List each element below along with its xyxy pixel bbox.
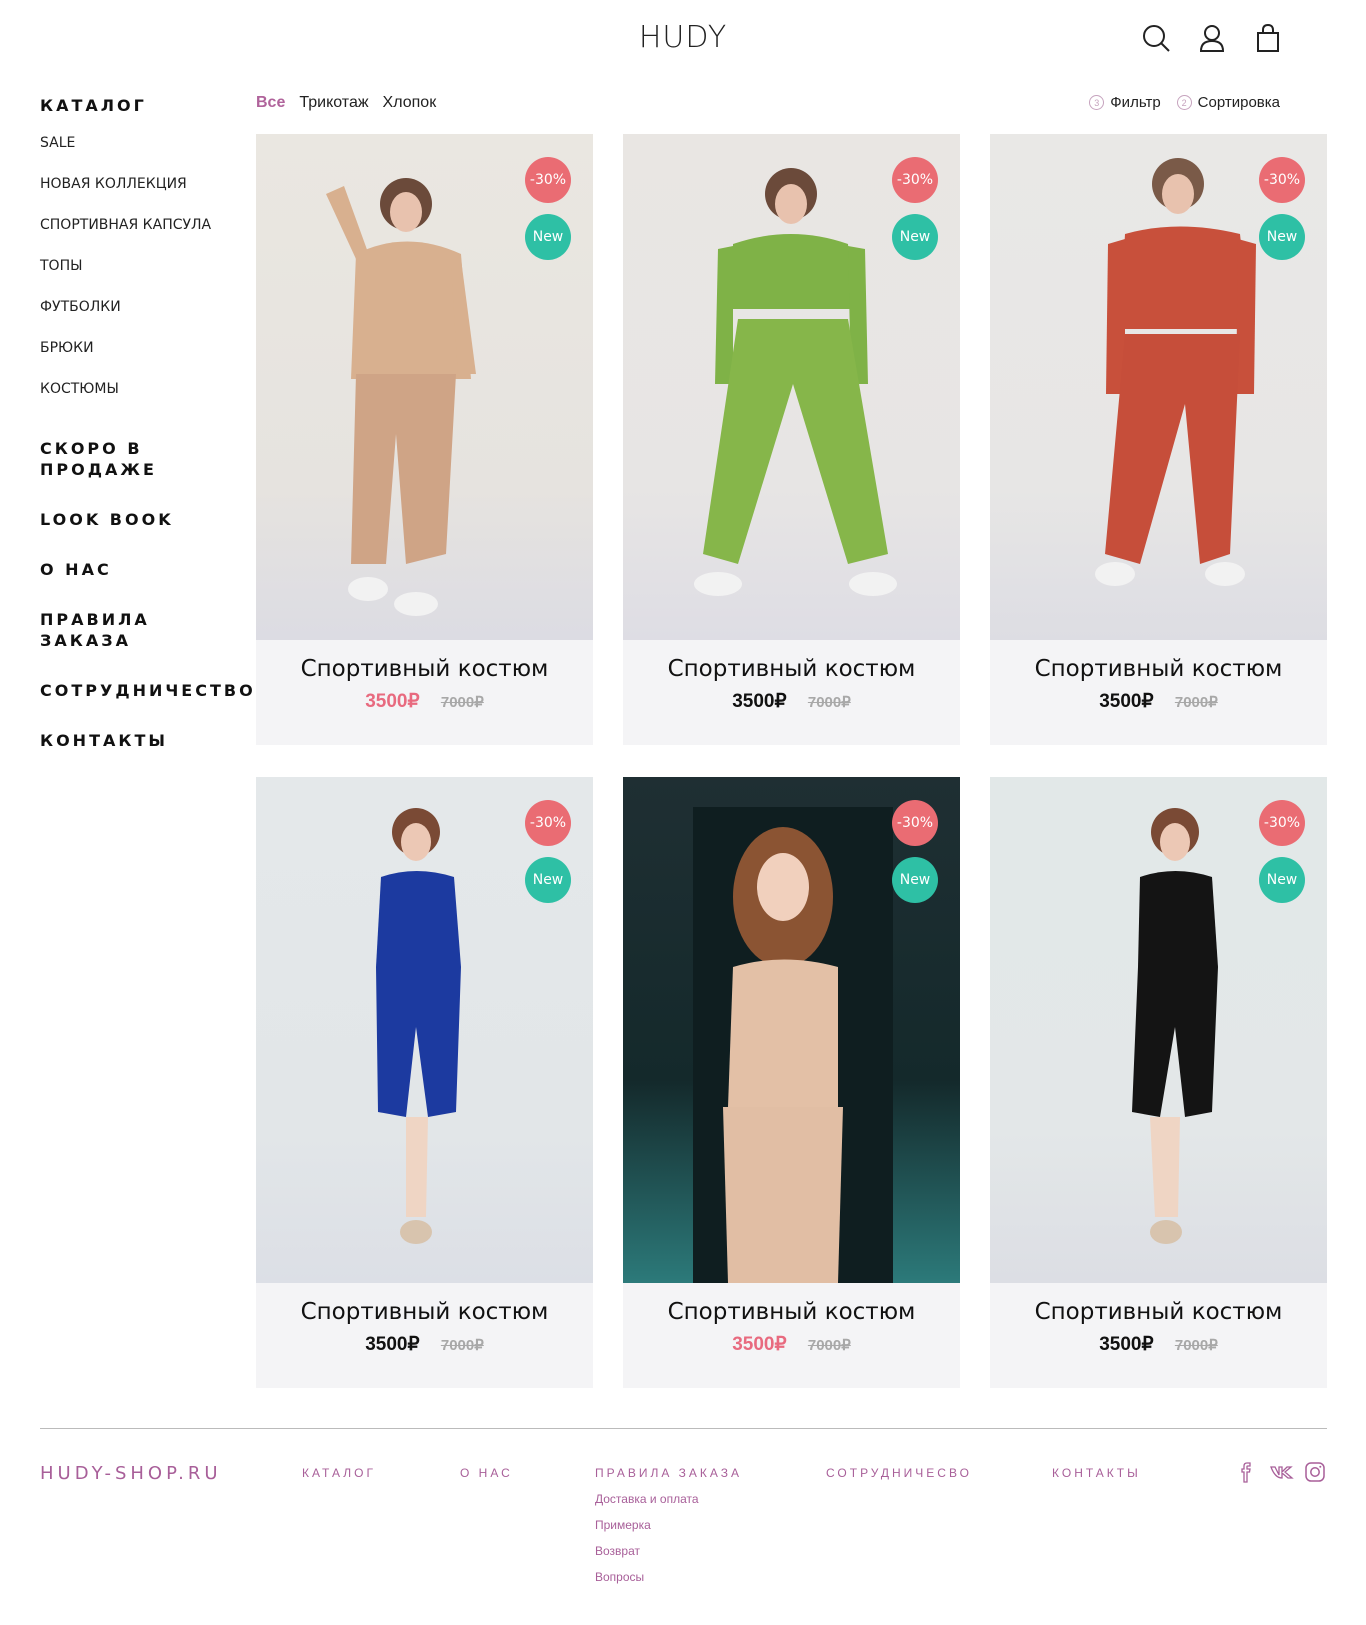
site-header: HUDY: [0, 0, 1366, 80]
product-prices: 3500₽ 7000₽: [256, 1333, 593, 1356]
product-old-price: 7000₽: [807, 1337, 851, 1354]
product-old-price: 7000₽: [807, 694, 851, 711]
vk-icon[interactable]: [1269, 1460, 1294, 1484]
filter-label: Фильтр: [1110, 94, 1161, 111]
product-photo[interactable]: -30% New: [623, 777, 960, 1283]
sidebar-item-sale[interactable]: SALE: [40, 135, 240, 176]
user-icon[interactable]: [1196, 22, 1228, 54]
product-title[interactable]: Спортивный костюм: [623, 1299, 960, 1325]
product-price: 3500₽: [365, 1334, 420, 1355]
product-price: 3500₽: [732, 691, 787, 712]
sidebar-nav: КАТАЛОГ SALE НОВАЯ КОЛЛЕКЦИЯ СПОРТИВНАЯ …: [40, 96, 253, 780]
sidebar-catalog-list: SALE НОВАЯ КОЛЛЕКЦИЯ СПОРТИВНАЯ КАПСУЛА …: [40, 135, 240, 422]
footer-link-contacts[interactable]: КОНТАКТЫ: [1052, 1466, 1141, 1480]
product-card[interactable]: -30% New Спортивный костюм 3500₽ 7000₽: [256, 134, 593, 745]
product-price: 3500₽: [732, 1334, 787, 1355]
footer-link-return[interactable]: Возврат: [595, 1544, 742, 1570]
product-card[interactable]: -30% New Спортивный костюм 3500₽ 7000₽: [623, 134, 960, 745]
product-photo[interactable]: -30% New: [256, 134, 593, 640]
sidebar-item-trousers[interactable]: БРЮКИ: [40, 340, 240, 381]
new-badge: New: [892, 857, 938, 903]
bag-icon[interactable]: [1252, 22, 1284, 54]
category-tags: Все Трикотаж Хлопок: [256, 94, 436, 112]
footer-rules-list: Доставка и оплата Примерка Возврат Вопро…: [595, 1492, 742, 1596]
header-icons: [1140, 22, 1284, 54]
product-card[interactable]: -30% New Спортивный костюм 3500₽ 7000₽: [990, 134, 1327, 745]
product-title[interactable]: Спортивный костюм: [256, 1299, 593, 1325]
list-controls: 3 Фильтр 2 Сортировка: [1089, 94, 1280, 111]
search-icon[interactable]: [1140, 22, 1172, 54]
discount-badge: -30%: [1259, 800, 1305, 846]
product-photo[interactable]: -30% New: [623, 134, 960, 640]
sidebar-item-coming-soon[interactable]: СКОРО В ПРОДАЖЕ: [40, 438, 240, 480]
instagram-icon[interactable]: [1303, 1460, 1327, 1484]
product-old-price: 7000₽: [1174, 1337, 1218, 1354]
sidebar-item-order-rules[interactable]: ПРАВИЛА ЗАКАЗА: [40, 609, 240, 651]
sidebar-item-partnership[interactable]: СОТРУДНИЧЕСТВО: [40, 680, 253, 701]
footer-rules-column: ПРАВИЛА ЗАКАЗА Доставка и оплата Примерк…: [595, 1466, 742, 1596]
product-prices: 3500₽ 7000₽: [990, 1333, 1327, 1356]
new-badge: New: [525, 214, 571, 260]
sidebar-item-about[interactable]: О НАС: [40, 559, 240, 580]
filter-count-badge: 3: [1089, 95, 1105, 110]
product-old-price: 7000₽: [440, 694, 484, 711]
product-price: 3500₽: [365, 691, 420, 712]
tag-cotton[interactable]: Хлопок: [383, 94, 437, 112]
sidebar-item-contacts[interactable]: КОНТАКТЫ: [40, 730, 240, 751]
footer-link-fitting[interactable]: Примерка: [595, 1518, 742, 1544]
product-prices: 3500₽ 7000₽: [990, 690, 1327, 713]
sidebar-item-tshirts[interactable]: ФУТБОЛКИ: [40, 299, 240, 340]
product-price: 3500₽: [1099, 1334, 1154, 1355]
sidebar-item-sport-capsule[interactable]: СПОРТИВНАЯ КАПСУЛА: [40, 217, 240, 258]
product-card[interactable]: -30% New Спортивный костюм 3500₽ 7000₽: [623, 777, 960, 1388]
footer-link-questions[interactable]: Вопросы: [595, 1570, 742, 1596]
tag-knitwear[interactable]: Трикотаж: [299, 94, 368, 112]
social-links: [1235, 1460, 1327, 1484]
product-title[interactable]: Спортивный костюм: [256, 656, 593, 682]
product-old-price: 7000₽: [440, 1337, 484, 1354]
sidebar-catalog-heading[interactable]: КАТАЛОГ: [40, 96, 240, 115]
sidebar-sections: СКОРО В ПРОДАЖЕ LOOK BOOK О НАС ПРАВИЛА …: [40, 438, 253, 751]
product-old-price: 7000₽: [1174, 694, 1218, 711]
footer-link-about[interactable]: О НАС: [460, 1466, 513, 1480]
footer-link-delivery[interactable]: Доставка и оплата: [595, 1492, 742, 1518]
product-photo[interactable]: -30% New: [256, 777, 593, 1283]
tag-all[interactable]: Все: [256, 94, 285, 112]
discount-badge: -30%: [525, 157, 571, 203]
product-photo[interactable]: -30% New: [990, 134, 1327, 640]
footer-link-catalog[interactable]: КАТАЛОГ: [302, 1466, 376, 1480]
product-prices: 3500₽ 7000₽: [623, 1333, 960, 1356]
footer-brand[interactable]: HUDY-SHOP.RU: [40, 1463, 222, 1484]
product-card[interactable]: -30% New Спортивный костюм 3500₽ 7000₽: [256, 777, 593, 1388]
new-badge: New: [892, 214, 938, 260]
footer-link-partnership[interactable]: СОТРУДНИЧЕСВО: [826, 1466, 972, 1480]
sort-button[interactable]: 2 Сортировка: [1176, 94, 1280, 111]
sidebar-item-lookbook[interactable]: LOOK BOOK: [40, 509, 240, 530]
sort-label: Сортировка: [1197, 94, 1280, 111]
sidebar-item-new-collection[interactable]: НОВАЯ КОЛЛЕКЦИЯ: [40, 176, 240, 217]
footer-link-order-rules[interactable]: ПРАВИЛА ЗАКАЗА: [595, 1466, 742, 1480]
footer-divider: [40, 1428, 1327, 1429]
new-badge: New: [1259, 857, 1305, 903]
discount-badge: -30%: [892, 157, 938, 203]
sidebar-item-tops[interactable]: ТОПЫ: [40, 258, 240, 299]
filter-button[interactable]: 3 Фильтр: [1089, 94, 1161, 111]
product-card[interactable]: -30% New Спортивный костюм 3500₽ 7000₽: [990, 777, 1327, 1388]
new-badge: New: [525, 857, 571, 903]
discount-badge: -30%: [1259, 157, 1305, 203]
new-badge: New: [1259, 214, 1305, 260]
sort-count-badge: 2: [1176, 95, 1192, 110]
product-prices: 3500₽ 7000₽: [256, 690, 593, 713]
product-title[interactable]: Спортивный костюм: [990, 656, 1327, 682]
product-prices: 3500₽ 7000₽: [623, 690, 960, 713]
product-photo[interactable]: -30% New: [990, 777, 1327, 1283]
product-price: 3500₽: [1099, 691, 1154, 712]
discount-badge: -30%: [525, 800, 571, 846]
facebook-icon[interactable]: [1235, 1460, 1259, 1484]
discount-badge: -30%: [892, 800, 938, 846]
sidebar-item-suits[interactable]: КОСТЮМЫ: [40, 381, 240, 422]
product-title[interactable]: Спортивный костюм: [990, 1299, 1327, 1325]
product-title[interactable]: Спортивный костюм: [623, 656, 960, 682]
